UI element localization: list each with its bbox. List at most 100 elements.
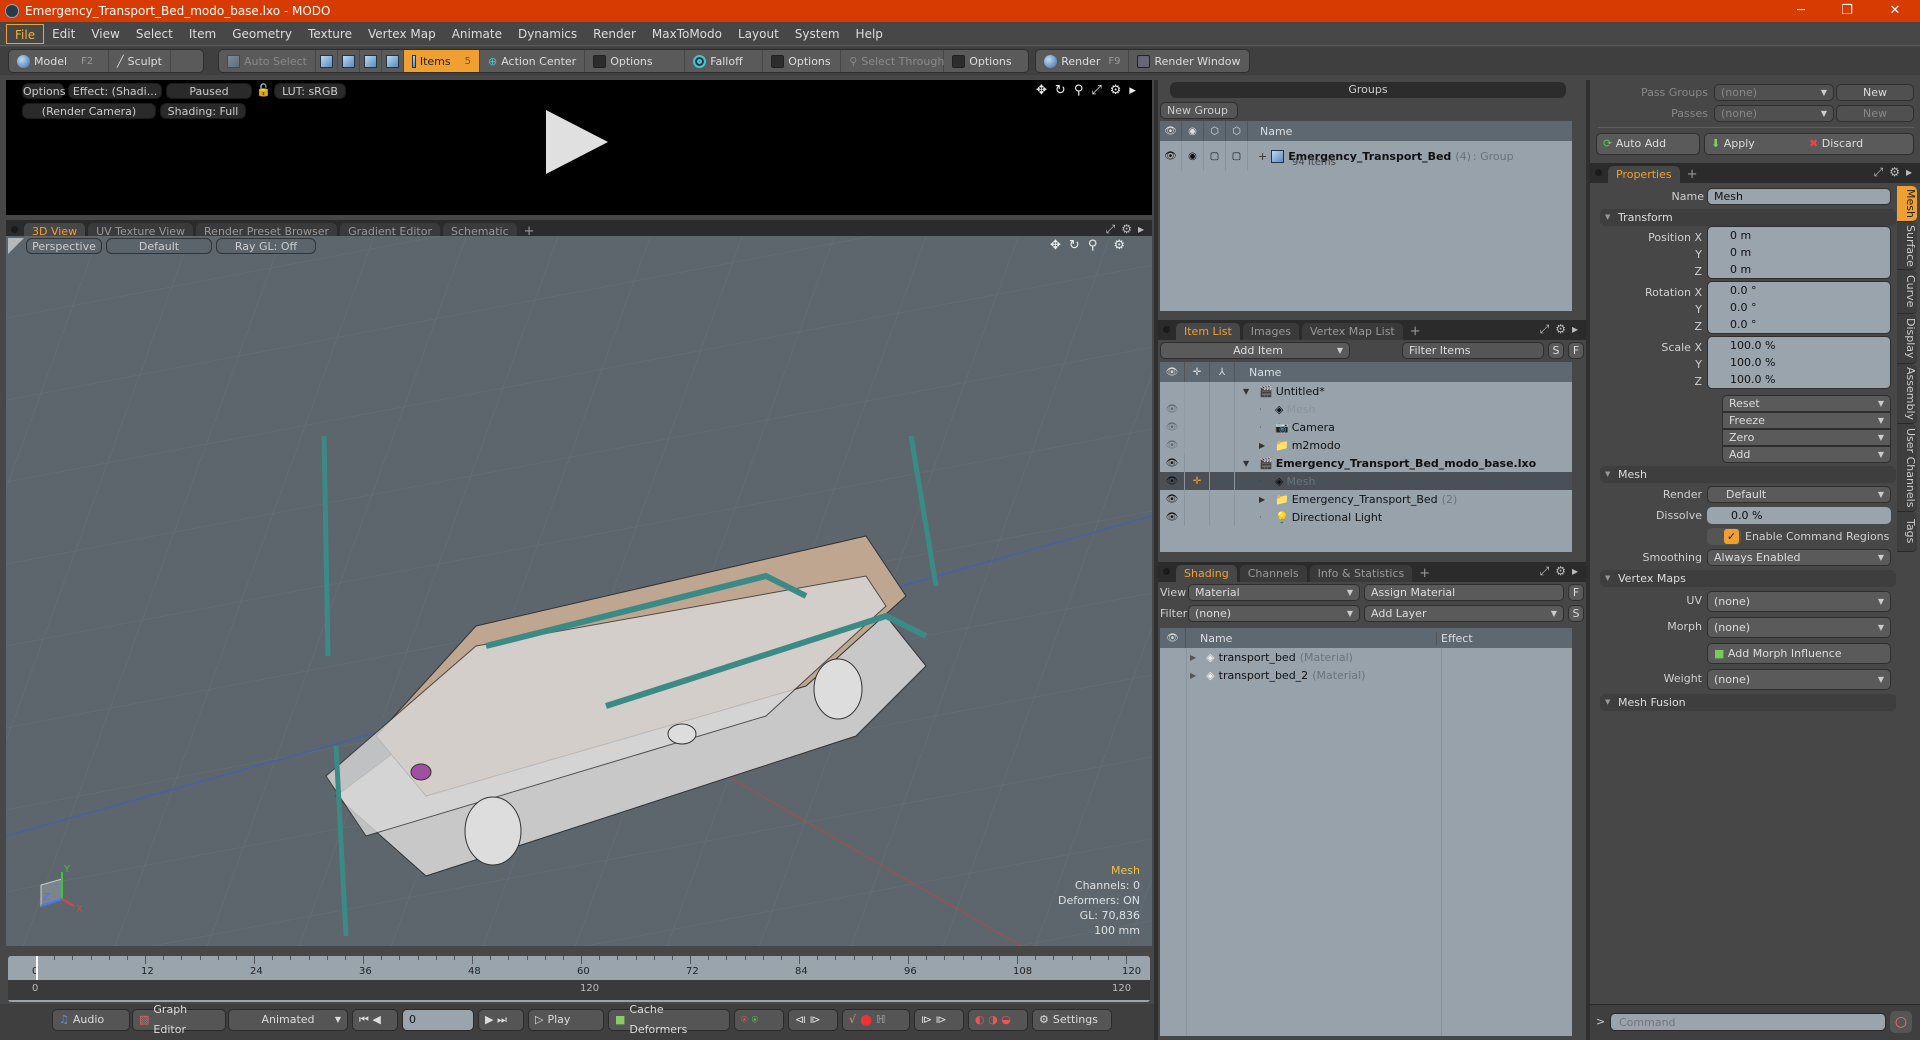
expand-icon[interactable]: ▶	[1190, 653, 1196, 662]
tree-branch-icon[interactable]: ·	[1259, 513, 1271, 522]
tab-shading[interactable]: Shading	[1176, 565, 1237, 582]
visibility-toggle[interactable]: 👁	[1160, 472, 1185, 490]
play-icon[interactable]	[546, 110, 608, 174]
transform-reset-dropdown[interactable]: Reset ▼	[1722, 395, 1891, 412]
lock-toggle[interactable]: ▢	[1204, 141, 1226, 171]
play-button[interactable]: ▷ Play	[528, 1009, 604, 1031]
preview-pause-button[interactable]: Paused	[166, 83, 252, 99]
zoom-icon[interactable]: ⚲	[1074, 83, 1084, 98]
arrow-right-icon[interactable]: ▸	[1572, 322, 1578, 337]
tab-info-statistics[interactable]: Info & Statistics	[1309, 565, 1413, 582]
preview-options-button[interactable]: Options	[22, 83, 65, 99]
dissolve-input[interactable]: 0.0 %	[1707, 507, 1891, 524]
visibility-toggle[interactable]: 👁	[1160, 436, 1185, 454]
goto-end-button[interactable]: ▶ ⏭	[478, 1009, 524, 1031]
side-tab-assembly[interactable]: Assembly	[1897, 364, 1917, 424]
smoothing-dropdown[interactable]: Always Enabled ▼	[1707, 549, 1891, 566]
materials-mode-button[interactable]	[382, 50, 404, 72]
menu-item[interactable]: Item	[181, 24, 224, 44]
record-buttons[interactable]: √ ● ℍ	[842, 1009, 910, 1031]
transform-zero-dropdown[interactable]: Zero ▼	[1722, 429, 1891, 446]
maximize-icon[interactable]: ⤢	[1106, 222, 1116, 237]
tab-item-list[interactable]: Item List	[1176, 323, 1240, 340]
uv-dropdown[interactable]: (none) ▼	[1707, 591, 1891, 612]
audio-button[interactable]: ♫ Audio	[52, 1009, 130, 1031]
gear-icon[interactable]: ⚙	[1555, 564, 1566, 579]
polygons-mode-button[interactable]	[360, 50, 382, 72]
render-preview[interactable]: Options Effect: (Shadi... Paused 🔓 LUT: …	[6, 80, 1152, 215]
expand-icon[interactable]: ▼	[1243, 459, 1255, 468]
expand-icon[interactable]: ▼	[1243, 387, 1255, 396]
auto-select-button[interactable]: Auto Select	[219, 50, 316, 72]
model-button[interactable]: Model F2	[9, 50, 109, 72]
render-button[interactable]: Render F9	[1036, 50, 1130, 72]
discard-button[interactable]: ✖ Discard	[1809, 134, 1863, 154]
locator-toggle[interactable]	[1185, 454, 1210, 472]
pan-icon[interactable]: ✥	[1050, 238, 1061, 253]
tree-branch-icon[interactable]: ·	[1259, 477, 1271, 486]
3d-viewport[interactable]: Y X Z Perspective Default Ray GL: Off ✥ ↻…	[6, 236, 1152, 946]
item-row[interactable]: 👁 ▼ 🎬 Emergency_Transport_Bed_modo_base.lxo	[1160, 454, 1572, 472]
items-mode-button[interactable]: Items 5	[403, 50, 480, 72]
projection-dropdown[interactable]: Perspective	[26, 238, 102, 254]
side-tab-tags[interactable]: Tags	[1897, 512, 1917, 552]
new-group-button[interactable]: New Group	[1160, 102, 1238, 119]
new-pass-button[interactable]: New	[1836, 105, 1914, 122]
minimize-button[interactable]: ─	[1778, 0, 1824, 22]
select-through-button[interactable]: ⚲ Select Through	[841, 50, 944, 72]
expand-icon[interactable]: ▶	[1190, 671, 1196, 680]
maximize-icon[interactable]: ⤢	[1874, 165, 1884, 180]
record-macro-button[interactable]: ○	[1890, 1011, 1912, 1033]
range-buttons[interactable]: ⧐ ⧐	[914, 1009, 964, 1031]
rotation-z-input[interactable]: 0.0 °	[1708, 316, 1890, 333]
select-through-options-button[interactable]: Options	[944, 50, 1028, 72]
filter-items-input[interactable]: Filter Items	[1402, 342, 1544, 359]
add-tab-button[interactable]: +	[1683, 166, 1702, 183]
item-row[interactable]: 👁 ✛ · ◈ Mesh	[1160, 472, 1572, 490]
arrow-right-icon[interactable]: ▸	[1138, 222, 1144, 237]
maximize-icon[interactable]: ⤢	[1540, 564, 1550, 579]
vertices-mode-button[interactable]	[316, 50, 338, 72]
locator-toggle[interactable]	[1185, 490, 1210, 508]
add-layer-dropdown[interactable]: Add Layer ▼	[1364, 605, 1564, 622]
arrow-right-icon[interactable]: ▸	[1572, 564, 1578, 579]
menu-texture[interactable]: Texture	[300, 24, 360, 44]
scale-x-input[interactable]: 100.0 %	[1708, 337, 1890, 354]
material-row[interactable]: ▶ ◈ transport_bed_2 (Material)	[1160, 666, 1572, 684]
pass-groups-dropdown[interactable]: (none) ▼	[1714, 84, 1834, 101]
timeline-range[interactable]: 0 120 120	[8, 980, 1150, 1000]
visibility-toggle[interactable]: 👁	[1160, 490, 1185, 508]
locator-toggle[interactable]	[1185, 400, 1210, 418]
preview-effect-dropdown[interactable]: Effect: (Shadi...	[68, 83, 162, 99]
edges-mode-button[interactable]	[338, 50, 360, 72]
item-row[interactable]: ▼ 🎬 Untitled*	[1160, 382, 1572, 400]
menu-help[interactable]: Help	[848, 24, 891, 44]
s-button[interactable]: S	[1568, 605, 1584, 622]
menu-select[interactable]: Select	[128, 24, 181, 44]
menu-view[interactable]: View	[83, 24, 127, 44]
transform-add-dropdown[interactable]: Add ▼	[1722, 446, 1891, 463]
tab-vertex-map-list[interactable]: Vertex Map List	[1301, 323, 1403, 340]
cache-deformers-button[interactable]: ■ Cache Deformers	[608, 1003, 730, 1036]
menu-edit[interactable]: Edit	[44, 24, 83, 44]
tab-channels[interactable]: Channels	[1239, 565, 1307, 582]
s-button[interactable]: S	[1548, 342, 1564, 359]
side-tab-surface[interactable]: Surface	[1897, 222, 1917, 270]
preview-shading-dropdown[interactable]: Shading: Full	[160, 103, 246, 119]
morph-dropdown[interactable]: (none) ▼	[1707, 617, 1891, 638]
position-x-input[interactable]: 0 m	[1708, 227, 1890, 244]
visibility-toggle[interactable]	[1160, 382, 1185, 400]
locator-toggle[interactable]	[1185, 508, 1210, 526]
locator-toggle[interactable]	[1185, 418, 1210, 436]
rotation-y-input[interactable]: 0.0 °	[1708, 299, 1890, 316]
side-tab-mesh[interactable]: Mesh	[1897, 186, 1917, 222]
tree-branch-icon[interactable]: ▶	[1259, 441, 1271, 450]
rotation-x-input[interactable]: 0.0 °	[1708, 282, 1890, 299]
menu-vertex-map[interactable]: Vertex Map	[360, 24, 444, 44]
item-row[interactable]: 👁 · ◈ Mesh	[1160, 400, 1572, 418]
tree-branch-icon[interactable]: ·	[1259, 405, 1271, 414]
keyframe-nav-buttons[interactable]: ⍟ ⍟	[734, 1009, 784, 1031]
item-row[interactable]: 👁 · 📷 Camera	[1160, 418, 1572, 436]
tab-properties[interactable]: Properties	[1608, 166, 1680, 183]
mesh-fusion-section[interactable]: Mesh Fusion	[1600, 694, 1896, 711]
